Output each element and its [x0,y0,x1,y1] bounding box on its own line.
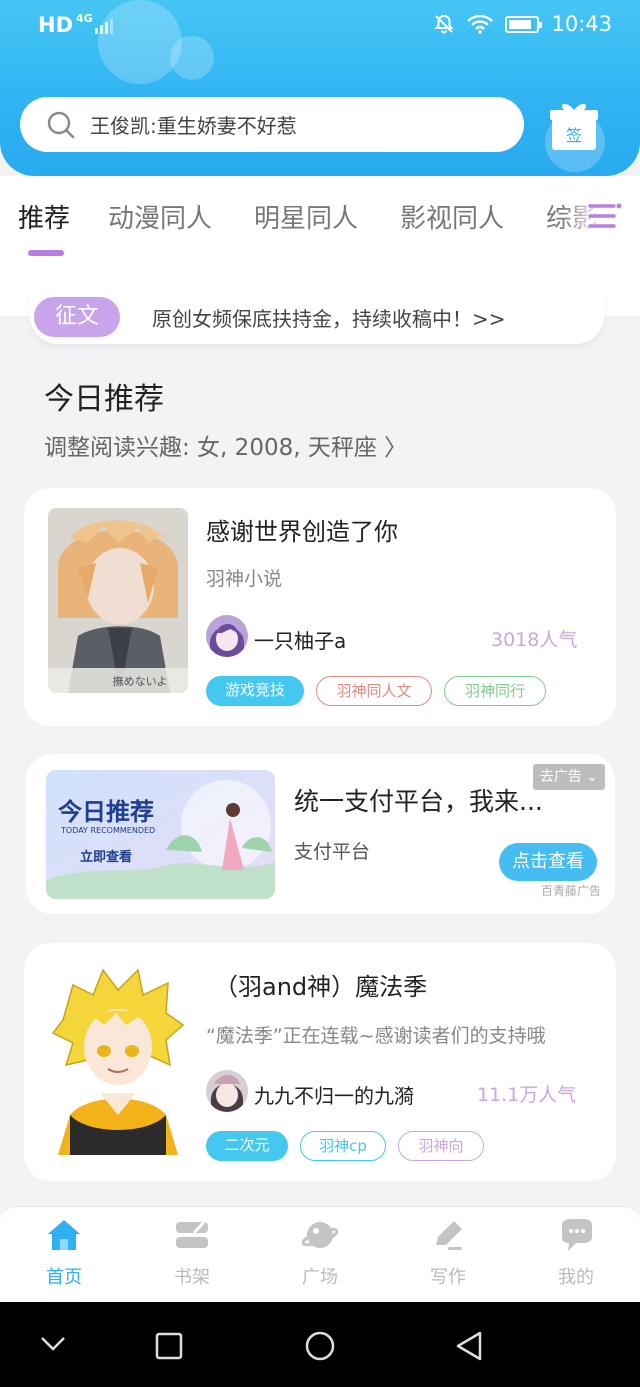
search-bar[interactable]: 王俊凯:重生娇妻不好惹 [20,97,524,152]
author-name[interactable]: 一只柚子a [254,625,346,654]
author-avatar[interactable] [206,1070,248,1112]
system-navigation-bar [0,1302,640,1387]
ad-source: 百青藤广告 [541,884,602,898]
book-card[interactable]: （羽and神）魔法季 “魔法季”正在连载~感谢读者们的支持哦 九九不归一的九漪 … [24,943,616,1181]
chat-bubble-icon [562,1219,592,1251]
ad-banner-cta: 立即查看 [80,849,132,865]
ad-banner-title: 今日推荐 [58,798,154,826]
ad-title[interactable]: 统一支付平台，我来... [294,782,543,818]
tag-chip[interactable]: 二次元 [206,1131,288,1161]
search-icon [47,111,75,138]
ad-banner-image[interactable]: 今日推荐 TODAY RECOMMENDED 立即查看 [46,770,275,899]
nav-plaza[interactable]: 广场 [280,1217,360,1289]
nav-profile[interactable]: 我的 [536,1217,616,1289]
status-bar: HD 4G 10:43 [0,0,640,54]
tab-film-fanfic[interactable]: 影视同人 [400,198,504,235]
back-icon[interactable] [454,1330,484,1362]
nav-home-label: 首页 [46,1267,82,1288]
clock: 10:43 [551,12,612,36]
tag-chip[interactable]: 羽神同行 [444,676,546,706]
home-icon [48,1220,80,1250]
reading-interest-link[interactable]: 调整阅读兴趣: 女, 2008, 天秤座 〉 [44,428,407,462]
nav-plaza-label: 广场 [302,1267,338,1288]
popularity: 11.1万人气 [477,1084,577,1106]
pen-icon [436,1221,462,1250]
remove-ad-button[interactable]: 去广告 ⌄ [533,764,605,790]
book-subtitle: “魔法季”正在连载~感谢读者们的支持哦 [206,1025,546,1047]
nav-bookshelf-label: 书架 [174,1267,210,1288]
tag-chip[interactable]: 羽神cp [300,1131,386,1161]
book-subtitle: 羽神小说 [206,568,283,590]
nav-home[interactable]: 首页 [24,1217,104,1289]
collapse-icon[interactable] [38,1332,68,1356]
wifi-icon [467,14,494,34]
ad-subtitle: 支付平台 [294,841,371,863]
ad-cta-button[interactable]: 点击查看 [499,843,597,881]
cover-caption: 撫めないよ [113,674,168,688]
gift-label: 签 [566,126,582,145]
tab-star-fanfic[interactable]: 明星同人 [254,198,358,235]
header: HD 4G 10:43 王俊凯:重生娇妻不好惹 签 [0,0,640,176]
search-text: 王俊凯:重生娇妻不好惹 [90,114,297,138]
nav-bookshelf[interactable]: 书架 [152,1217,232,1289]
nav-write[interactable]: 写作 [408,1217,488,1289]
signal-icon [94,16,113,34]
book-cover-image: 撫めないよ [48,508,188,693]
recent-apps-icon[interactable] [154,1331,184,1361]
ad-banner-en: TODAY RECOMMENDED [60,826,155,835]
notice-badge: 征文 [34,297,120,337]
planet-icon [301,1222,339,1248]
book-cover-image [48,965,188,1155]
home-button-icon[interactable] [304,1330,336,1362]
nav-write-label: 写作 [430,1267,466,1288]
nav-profile-label: 我的 [558,1267,594,1288]
book-title[interactable]: （羽and神）魔法季 [214,967,427,1002]
tab-anime-fanfic[interactable]: 动漫同人 [108,198,212,235]
active-tab-indicator [28,250,64,256]
bookshelf-icon [176,1220,208,1248]
book-title[interactable]: 感谢世界创造了你 [206,512,398,547]
tag-chip[interactable]: 羽神同人文 [316,676,432,706]
tab-recommend[interactable]: 推荐 [18,198,70,235]
category-menu-icon[interactable] [588,201,622,231]
author-name[interactable]: 九九不归一的九漪 [254,1080,414,1109]
network-type: 4G [76,12,93,25]
tag-chip[interactable]: 游戏竞技 [206,676,304,706]
ad-card[interactable]: 今日推荐 TODAY RECOMMENDED 立即查看 统一支付平台，我来...… [26,754,615,914]
tag-chip[interactable]: 羽神向 [398,1131,484,1161]
notice-text: 原创女频保底扶持金，持续收稿中！>> [152,307,506,331]
book-card[interactable]: 撫めないよ 感谢世界创造了你 羽神小说 一只柚子a 3018人气 游戏竞技 羽神… [24,488,616,726]
popularity: 3018人气 [491,629,578,651]
hd-indicator: HD [38,13,74,37]
section-title: 今日推荐 [44,382,164,417]
mute-icon [434,14,455,34]
battery-icon [505,15,543,33]
author-avatar[interactable] [206,615,248,657]
bottom-navigation: 首页 书架 广场 写作 我的 [0,1206,640,1302]
gift-checkin-icon[interactable]: 签 [546,98,602,154]
notice-banner[interactable]: 征文 原创女频保底扶持金，持续收稿中！>> [30,290,604,344]
